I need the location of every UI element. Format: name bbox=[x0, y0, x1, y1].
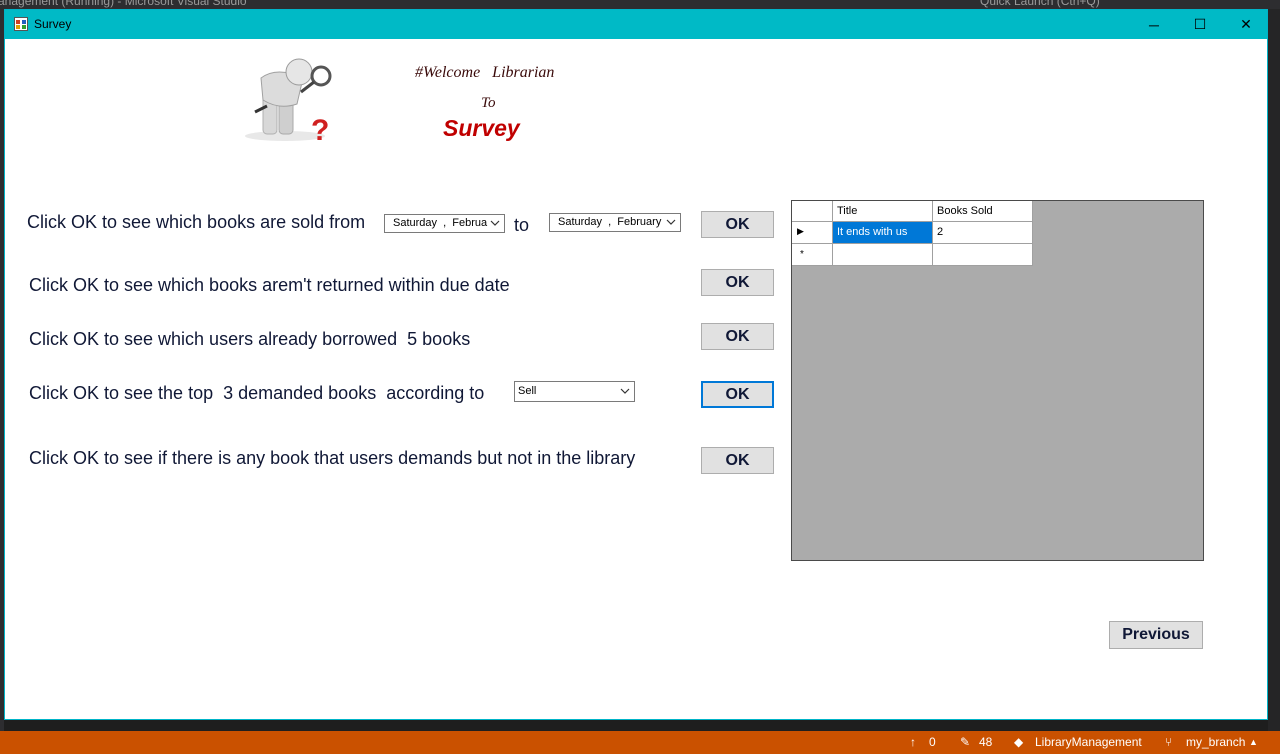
question-sold-from-label: Click OK to see which books are sold fro… bbox=[27, 212, 366, 232]
from-date-picker[interactable]: Saturday , Februa bbox=[384, 214, 505, 233]
results-datagrid[interactable]: Title Books Sold ▶ It ends with us 2 * bbox=[791, 200, 1204, 561]
to-date-picker[interactable]: Saturday , February bbox=[549, 213, 681, 232]
previous-button[interactable]: Previous bbox=[1109, 621, 1203, 649]
changes-count[interactable]: 48 bbox=[979, 735, 992, 749]
pencil-icon[interactable]: ✎ bbox=[960, 735, 970, 749]
ok-sold-books-button[interactable]: OK bbox=[701, 211, 774, 238]
branch-name[interactable]: my_branch bbox=[1186, 735, 1245, 749]
repo-name[interactable]: LibraryManagement bbox=[1035, 735, 1142, 749]
grid-corner-header[interactable] bbox=[792, 201, 833, 222]
current-row-arrow-icon: ▶ bbox=[797, 226, 804, 236]
window-titlebar[interactable]: Survey ─ ☐ ✕ bbox=[5, 10, 1267, 39]
chevron-down-icon bbox=[620, 388, 630, 394]
grid-cell-title[interactable]: It ends with us bbox=[833, 222, 933, 244]
question-to-label: to bbox=[514, 215, 530, 235]
grid-cell-text: 2 bbox=[937, 226, 944, 238]
survey-title: Survey bbox=[443, 115, 520, 141]
grid-column-header-label: Books Sold bbox=[937, 205, 993, 217]
ok-top-demanded-button[interactable]: OK bbox=[701, 381, 774, 408]
criteria-value: Sell bbox=[518, 385, 537, 397]
ok-not-returned-button[interactable]: OK bbox=[701, 269, 774, 296]
vs-titlebar: anagement (Running) - Microsoft Visual S… bbox=[0, 0, 1280, 9]
chevron-down-icon bbox=[490, 220, 500, 226]
vs-status-bar: ↑ 0 ✎ 48 ◆ LibraryManagement ⑂ my_branch… bbox=[0, 731, 1280, 754]
ok-missing-books-button[interactable]: OK bbox=[701, 447, 774, 474]
new-row-asterisk-icon: * bbox=[800, 249, 804, 260]
grid-column-header-label: Title bbox=[837, 205, 858, 217]
minimize-button[interactable]: ─ bbox=[1131, 10, 1177, 39]
from-date-value: Saturday , Februa bbox=[393, 217, 488, 229]
quick-launch-input[interactable]: Quick Launch (Ctrl+Q) bbox=[980, 0, 1100, 8]
grid-cell-books-sold[interactable]: 2 bbox=[933, 222, 1033, 244]
to-text: To bbox=[481, 95, 496, 111]
question-not-returned-label: Click OK to see which books arem't retur… bbox=[29, 275, 510, 295]
grid-new-row-cell[interactable] bbox=[833, 244, 933, 266]
survey-window: Survey ─ ☐ ✕ ? #Welcome Librarian To Sur… bbox=[4, 9, 1268, 720]
survey-logo-image: ? bbox=[245, 58, 332, 144]
to-date-value: Saturday , February bbox=[558, 216, 662, 228]
push-count[interactable]: 0 bbox=[929, 735, 936, 749]
grid-new-row-cell[interactable] bbox=[933, 244, 1033, 266]
grid-column-header[interactable]: Books Sold bbox=[933, 201, 1033, 222]
question-top-demanded-label: Click OK to see the top 3 demanded books… bbox=[29, 383, 485, 403]
svg-text:?: ? bbox=[311, 114, 329, 144]
window-title: Survey bbox=[34, 17, 72, 31]
branch-icon[interactable]: ⑂ bbox=[1165, 735, 1172, 749]
criteria-combobox[interactable]: Sell bbox=[514, 381, 635, 402]
close-button[interactable]: ✕ bbox=[1223, 10, 1269, 39]
repo-icon[interactable]: ◆ bbox=[1014, 735, 1023, 749]
question-borrowed-label: Click OK to see which users already borr… bbox=[29, 329, 471, 349]
grid-row-header[interactable]: ▶ bbox=[792, 222, 833, 244]
vs-right-edge bbox=[1268, 9, 1280, 731]
chevron-up-icon[interactable]: ▲ bbox=[1249, 737, 1258, 747]
maximize-button[interactable]: ☐ bbox=[1177, 10, 1223, 39]
app-form-icon bbox=[14, 17, 28, 31]
grid-new-row-header[interactable]: * bbox=[792, 244, 833, 266]
grid-cell-text: It ends with us bbox=[837, 226, 908, 238]
vs-window-title: anagement (Running) - Microsoft Visual S… bbox=[0, 0, 247, 8]
question-missing-books-label: Click OK to see if there is any book tha… bbox=[29, 448, 636, 468]
chevron-down-icon bbox=[666, 219, 676, 225]
welcome-text: #Welcome Librarian bbox=[415, 64, 555, 81]
ok-borrowed-button[interactable]: OK bbox=[701, 323, 774, 350]
grid-column-header[interactable]: Title bbox=[833, 201, 933, 222]
push-arrow-icon[interactable]: ↑ bbox=[910, 735, 916, 749]
